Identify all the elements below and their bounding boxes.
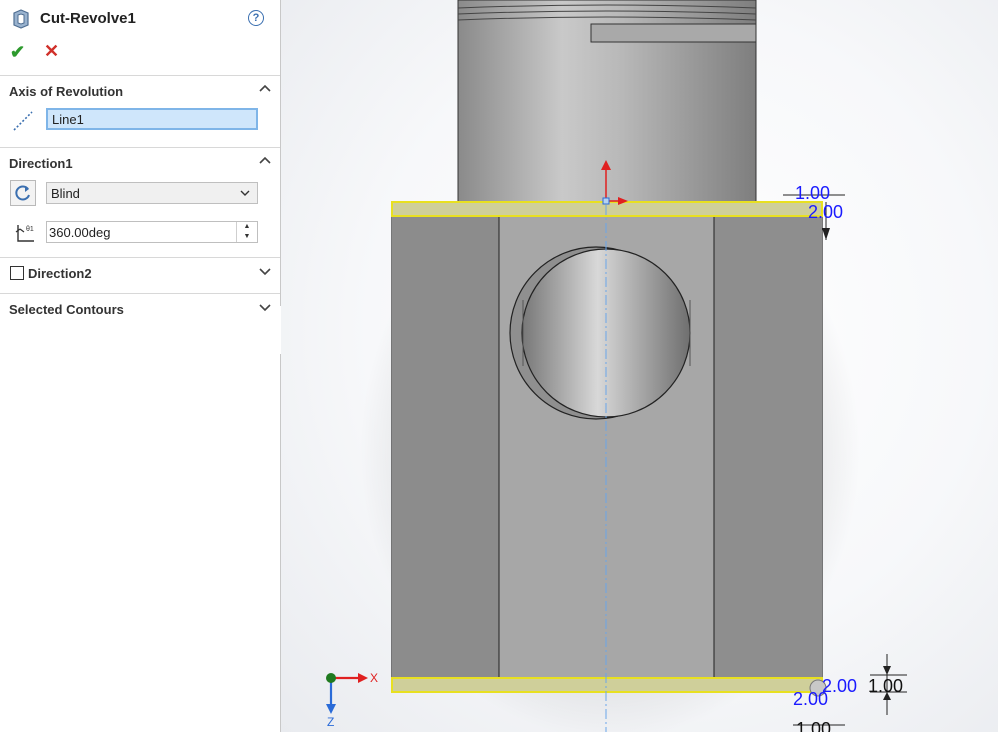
selected-contours-section: Selected Contours <box>0 293 280 328</box>
model-view: 1.00 2.00 2.00 2.00 1.00 1.00 X Z <box>326 0 907 732</box>
dim-top-b[interactable]: 2.00 <box>808 202 843 222</box>
svg-text:θ1: θ1 <box>26 226 34 233</box>
chevron-up-icon[interactable] <box>258 82 272 96</box>
cancel-button[interactable]: ✕ <box>44 41 59 62</box>
direction2-section: Direction2 <box>0 257 280 294</box>
angle-input[interactable]: 360.00deg ▲ ▼ <box>46 221 258 243</box>
triad-z-label: Z <box>327 715 334 729</box>
dim-bottom-a[interactable]: 2.00 <box>793 689 828 709</box>
feature-title: Cut-Revolve1 <box>40 10 136 27</box>
angle-spinner[interactable]: ▲ ▼ <box>236 222 257 242</box>
selected-contours-title[interactable]: Selected Contours <box>9 302 124 317</box>
direction1-title[interactable]: Direction1 <box>9 156 73 171</box>
triad-x-label: X <box>370 671 378 685</box>
axis-selection-field[interactable]: Line1 <box>46 108 258 130</box>
cut-revolve-icon <box>13 9 29 29</box>
angle-icon: θ1 <box>15 225 34 242</box>
angle-value: 360.00deg <box>49 225 111 240</box>
direction2-checkbox[interactable] <box>10 266 24 280</box>
shaft-groove <box>590 23 757 43</box>
triad-y-icon <box>326 673 336 683</box>
direction2-title[interactable]: Direction2 <box>28 266 92 281</box>
chevron-up-icon[interactable] <box>258 154 272 168</box>
block-left-face <box>392 202 499 692</box>
axis-section-title[interactable]: Axis of Revolution <box>9 84 123 99</box>
axis-line-icon <box>13 111 33 131</box>
block-right-face <box>714 202 822 692</box>
chevron-down-icon[interactable] <box>258 264 272 278</box>
highlight-bottom-band[interactable] <box>391 677 823 693</box>
feature-header: Cut-Revolve1 ? <box>0 0 280 36</box>
spin-up-icon[interactable]: ▲ <box>237 222 257 232</box>
reverse-direction-icon[interactable] <box>10 180 36 206</box>
help-icon[interactable]: ? <box>248 10 264 26</box>
sketch-origin-point[interactable] <box>602 197 610 205</box>
chevron-down-icon[interactable] <box>258 300 272 314</box>
ok-button[interactable]: ✔ <box>10 42 25 63</box>
chevron-down-icon <box>240 190 250 196</box>
dim-bottom-black-b[interactable]: 1.00 <box>796 719 831 732</box>
dim-bottom-black-a[interactable]: 1.00 <box>868 676 903 696</box>
graphics-viewport[interactable]: 1.00 2.00 2.00 2.00 1.00 1.00 X Z <box>281 0 998 732</box>
property-manager: Cut-Revolve1 ? ✔ ✕ Axis of Revolution Li… <box>0 0 281 732</box>
end-condition-value: Blind <box>51 186 80 201</box>
end-condition-dropdown[interactable]: Blind <box>46 182 258 204</box>
dim-top-a[interactable]: 1.00 <box>795 183 830 203</box>
spin-down-icon[interactable]: ▼ <box>237 232 257 242</box>
